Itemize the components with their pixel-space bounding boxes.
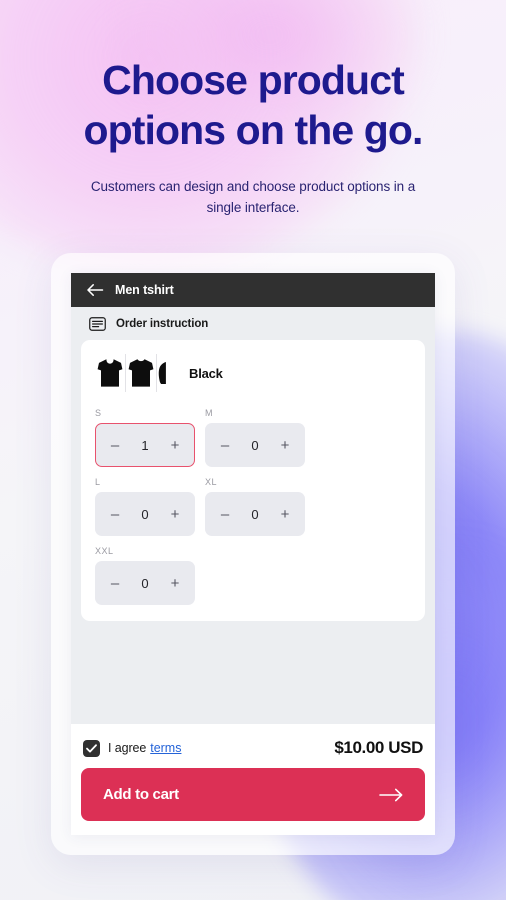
- size-grid: S – 1 + M – 0 + L – 0 + XL – 0 + XXL – 0…: [95, 408, 411, 605]
- total-price: $10.00 USD: [334, 738, 423, 757]
- agree-row: I agree terms $10.00 USD: [81, 734, 425, 768]
- size-cell-xl: XL – 0 +: [205, 477, 305, 536]
- page-title: Choose product options on the go.: [0, 55, 506, 155]
- agree-group: I agree terms: [83, 739, 181, 757]
- order-instruction-label: Order instruction: [116, 318, 209, 330]
- quantity-stepper-l[interactable]: – 0 +: [95, 492, 195, 536]
- quantity-value-s: 1: [141, 437, 149, 453]
- tshirt-front-icon[interactable]: [95, 354, 125, 392]
- thumbnail-strip: [95, 354, 176, 392]
- checkout-footer: I agree terms $10.00 USD Add to cart: [71, 724, 435, 835]
- arrow-left-icon[interactable]: [87, 283, 104, 297]
- headline-line-2: options on the go.: [83, 107, 423, 154]
- app-bar-title: Men tshirt: [115, 283, 174, 297]
- size-cell-s: S – 1 +: [95, 408, 195, 467]
- decrement-button-m[interactable]: –: [219, 438, 231, 453]
- product-card: Black S – 1 + M – 0 + L – 0 + XL – 0 + X…: [81, 340, 425, 621]
- product-body: Black S – 1 + M – 0 + L – 0 + XL – 0 + X…: [71, 340, 435, 724]
- phone-screen: Men tshirt Order instruction Black S – 1…: [71, 273, 435, 835]
- page-subtitle: Customers can design and choose product …: [78, 177, 428, 219]
- headline-line-1: Choose product: [102, 57, 405, 103]
- size-label-m: M: [205, 408, 213, 418]
- increment-button-xl[interactable]: +: [279, 507, 291, 522]
- increment-button-m[interactable]: +: [279, 438, 291, 453]
- tshirt-side-icon[interactable]: [156, 354, 176, 392]
- order-instruction-icon: [89, 317, 106, 331]
- quantity-stepper-xxl[interactable]: – 0 +: [95, 561, 195, 605]
- check-icon: [86, 743, 97, 752]
- size-label-l: L: [95, 477, 101, 487]
- quantity-value-xl: 0: [251, 506, 259, 522]
- size-label-xxl: XXL: [95, 546, 114, 556]
- variant-name: Black: [189, 365, 223, 381]
- increment-button-l[interactable]: +: [169, 507, 181, 522]
- size-label-xl: XL: [205, 477, 218, 487]
- quantity-value-xxl: 0: [141, 575, 149, 591]
- increment-button-xxl[interactable]: +: [169, 576, 181, 591]
- decrement-button-xxl[interactable]: –: [109, 576, 121, 591]
- terms-link[interactable]: terms: [150, 741, 181, 755]
- add-to-cart-label: Add to cart: [103, 786, 179, 803]
- order-instruction-row[interactable]: Order instruction: [71, 307, 435, 340]
- page-root: Choose product options on the go. Custom…: [0, 0, 506, 900]
- decrement-button-xl[interactable]: –: [219, 507, 231, 522]
- size-label-s: S: [95, 408, 102, 418]
- tshirt-back-icon[interactable]: [125, 354, 156, 392]
- size-cell-xxl: XXL – 0 +: [95, 546, 195, 605]
- increment-button-s[interactable]: +: [169, 438, 181, 453]
- subtitle-line-1: Customers can design and choose product …: [90, 179, 391, 195]
- hero-section: Choose product options on the go. Custom…: [0, 55, 506, 219]
- variant-row: Black: [95, 354, 411, 392]
- quantity-value-m: 0: [251, 437, 259, 453]
- quantity-stepper-m[interactable]: – 0 +: [205, 423, 305, 467]
- size-cell-m: M – 0 +: [205, 408, 305, 467]
- decrement-button-s[interactable]: –: [109, 438, 121, 453]
- agree-checkbox[interactable]: [83, 739, 100, 757]
- quantity-value-l: 0: [141, 506, 149, 522]
- quantity-stepper-s[interactable]: – 1 +: [95, 423, 195, 467]
- agree-label: I agree: [108, 741, 147, 755]
- add-to-cart-button[interactable]: Add to cart: [81, 768, 425, 821]
- arrow-right-icon: [379, 788, 403, 801]
- quantity-stepper-xl[interactable]: – 0 +: [205, 492, 305, 536]
- app-bar: Men tshirt: [71, 273, 435, 307]
- size-cell-l: L – 0 +: [95, 477, 195, 536]
- decrement-button-l[interactable]: –: [109, 507, 121, 522]
